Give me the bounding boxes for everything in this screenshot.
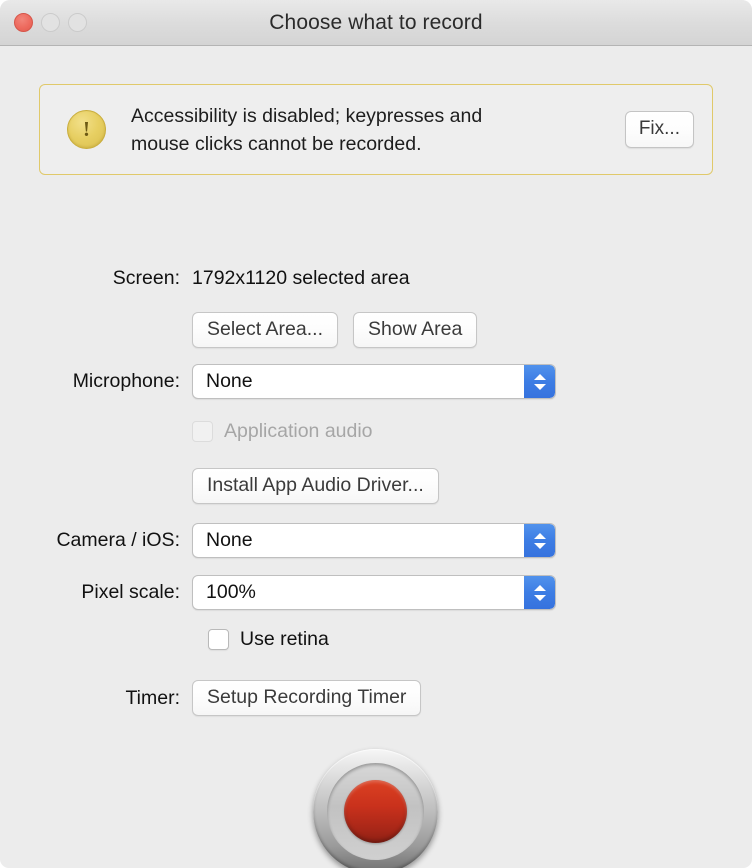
- pixel-scale-value: 100%: [206, 581, 256, 603]
- camera-label: Camera / iOS:: [56, 529, 180, 551]
- warning-message-line2: mouse clicks cannot be recorded.: [131, 132, 422, 155]
- fix-button[interactable]: Fix...: [624, 111, 694, 148]
- timer-label: Timer:: [125, 686, 180, 709]
- screen-value: 1792x1120 selected area: [192, 266, 410, 289]
- warning-exclamation-icon: !: [67, 110, 106, 149]
- application-audio-row: Application audio: [0, 419, 373, 443]
- chevron-down-icon: [533, 383, 546, 390]
- microphone-select[interactable]: None: [192, 364, 556, 399]
- pixel-scale-select[interactable]: 100%: [192, 575, 556, 610]
- install-driver-row: Install App Audio Driver...: [0, 468, 439, 504]
- pixel-scale-row: Pixel scale: 100%: [0, 575, 556, 610]
- show-area-button[interactable]: Show Area: [352, 312, 478, 348]
- window-title: Choose what to record: [269, 10, 483, 34]
- microphone-stepper[interactable]: [524, 365, 555, 398]
- camera-select[interactable]: None: [192, 523, 556, 558]
- camera-stepper[interactable]: [524, 524, 555, 557]
- install-app-audio-driver-button[interactable]: Install App Audio Driver...: [192, 468, 439, 504]
- record-button[interactable]: [313, 749, 438, 868]
- select-area-button[interactable]: Select Area...: [192, 312, 338, 348]
- chevron-up-icon: [533, 373, 546, 380]
- use-retina-label: Use retina: [240, 627, 329, 650]
- setup-recording-timer-button[interactable]: Setup Recording Timer: [192, 680, 422, 716]
- minimize-button: [41, 13, 60, 32]
- application-audio-checkbox: Application audio: [192, 420, 373, 443]
- warning-message: Accessibility is disabled; keypresses an…: [131, 102, 625, 158]
- microphone-value: None: [206, 370, 253, 392]
- chevron-up-icon: [533, 584, 546, 591]
- area-buttons-row: Select Area... Show Area: [0, 312, 478, 348]
- use-retina-row: Use retina: [0, 627, 329, 651]
- chevron-down-icon: [533, 594, 546, 601]
- pixel-scale-stepper[interactable]: [524, 576, 555, 609]
- camera-row: Camera / iOS: None: [0, 523, 556, 558]
- microphone-label: Microphone:: [72, 370, 180, 392]
- maximize-button: [68, 13, 87, 32]
- record-button-dot-icon: [344, 780, 407, 843]
- warning-message-line1: Accessibility is disabled; keypresses an…: [131, 104, 483, 127]
- chevron-up-icon: [533, 532, 546, 539]
- record-settings-window: Choose what to record ! Accessibility is…: [0, 0, 752, 868]
- camera-value: None: [206, 529, 253, 551]
- use-retina-checkbox[interactable]: Use retina: [208, 628, 329, 651]
- microphone-row: Microphone: None: [0, 364, 556, 399]
- screen-row: Screen: 1792x1120 selected area: [0, 263, 410, 293]
- window-content: ! Accessibility is disabled; keypresses …: [0, 46, 752, 868]
- window-titlebar: Choose what to record: [0, 0, 752, 46]
- application-audio-checkbox-box: [192, 420, 213, 442]
- traffic-light-group: [14, 0, 87, 45]
- application-audio-label: Application audio: [224, 419, 373, 442]
- timer-row: Timer: Setup Recording Timer: [0, 680, 422, 716]
- accessibility-warning-banner: ! Accessibility is disabled; keypresses …: [39, 84, 713, 175]
- chevron-down-icon: [533, 542, 546, 549]
- pixel-scale-label: Pixel scale:: [81, 581, 180, 603]
- close-button[interactable]: [14, 13, 33, 32]
- use-retina-checkbox-box[interactable]: [208, 628, 229, 650]
- screen-label: Screen:: [112, 266, 180, 289]
